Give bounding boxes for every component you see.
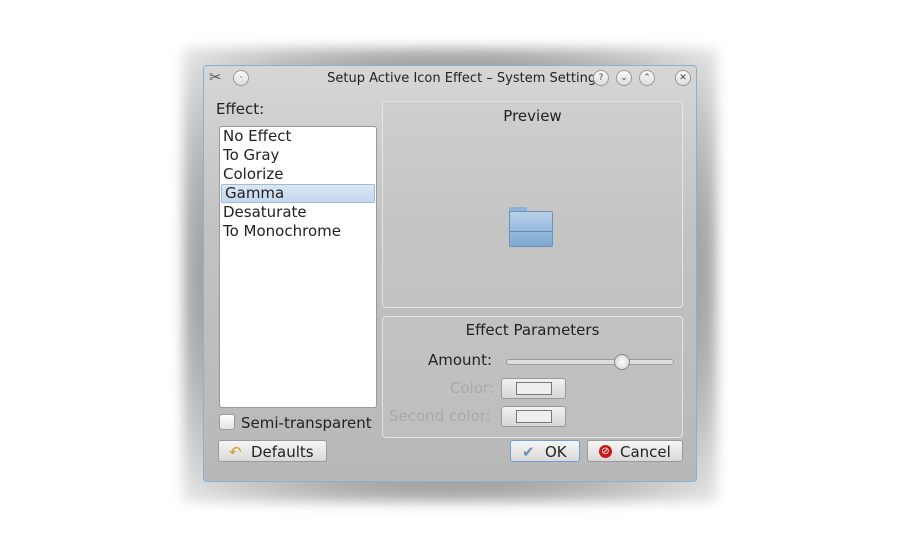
color-swatch [516,382,552,395]
cancel-button[interactable]: ⊘ Cancel [587,440,683,462]
color-label: Color: [450,379,494,397]
list-item[interactable]: To Monochrome [220,222,376,241]
list-item-selected[interactable]: Gamma [221,184,375,203]
undo-icon: ↶ [229,443,242,461]
color-button[interactable] [501,378,566,399]
help-button[interactable]: ? [593,70,609,86]
semi-transparent-checkbox[interactable] [219,414,235,430]
close-button[interactable]: ✕ [675,70,691,86]
cancel-label: Cancel [620,443,671,461]
dialog-window: ✂ · Setup Active Icon Effect – System Se… [203,65,697,482]
ok-label: OK [545,443,567,461]
defaults-button[interactable]: ↶ Defaults [218,440,327,462]
preview-group: Preview [382,101,683,308]
list-item[interactable]: No Effect [220,127,376,146]
second-color-swatch [516,410,552,423]
second-color-label: Second color: [389,407,491,425]
effect-parameters-group: Effect Parameters Amount: Color: Second … [382,316,683,438]
list-item[interactable]: To Gray [220,146,376,165]
folder-icon [509,207,553,247]
check-icon: ✔ [522,443,535,461]
list-item[interactable]: Colorize [220,165,376,184]
cancel-icon: ⊘ [599,445,612,458]
amount-slider-thumb[interactable] [613,354,630,370]
minimize-button[interactable]: ⌄ [616,70,632,86]
parameters-title: Effect Parameters [465,321,600,339]
list-item[interactable]: Desaturate [220,203,376,222]
second-color-button[interactable] [501,406,566,427]
amount-slider[interactable] [506,354,674,370]
preview-title: Preview [503,107,562,125]
maximize-button[interactable]: ⌃ [639,70,655,86]
effect-list[interactable]: No Effect To Gray Colorize Gamma Desatur… [219,126,377,408]
semi-transparent-label[interactable]: Semi-transparent [241,414,372,432]
effect-label: Effect: [216,100,265,118]
amount-label: Amount: [428,351,492,369]
defaults-label: Defaults [251,443,314,461]
ok-button[interactable]: ✔ OK [510,440,580,462]
